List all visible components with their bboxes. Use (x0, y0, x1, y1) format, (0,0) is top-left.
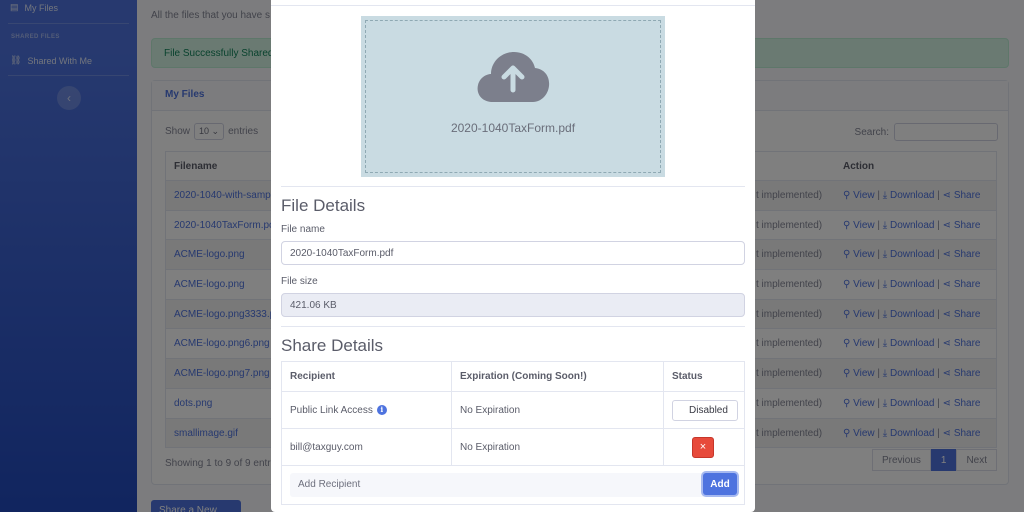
add-recipient-input[interactable]: Add Recipient (290, 473, 710, 497)
add-recipient-button[interactable]: Add (703, 473, 737, 495)
file-name-field[interactable]: 2020-1040TaxForm.pdf (281, 241, 745, 265)
column-status: Status (672, 371, 703, 382)
remove-recipient-button[interactable]: × (692, 436, 714, 458)
column-recipient: Recipient (282, 362, 452, 391)
add-recipient-row: Add Recipient Add (282, 466, 744, 504)
share-table-header: Recipient Expiration (Coming Soon!) Stat… (282, 362, 744, 392)
file-size-field: 421.06 KB (281, 293, 745, 317)
file-dropzone[interactable]: 2020-1040TaxForm.pdf (361, 16, 665, 177)
status-cell: × (664, 429, 746, 465)
file-name-label: File name (281, 224, 325, 235)
info-icon[interactable]: i (376, 405, 387, 415)
public-link-toggle-button[interactable]: Disabled (672, 399, 738, 421)
divider (281, 326, 745, 327)
expiration-cell: No Expiration (452, 392, 664, 428)
file-size-label: File size (281, 276, 318, 287)
share-row-public-link: Public Link Access i No Expiration Disab… (282, 392, 744, 429)
divider (281, 186, 745, 187)
file-details-title: File Details (281, 196, 366, 215)
cloud-upload-icon (477, 52, 550, 102)
recipient-name: Public Link Access (290, 404, 373, 416)
recipient-cell: Public Link Access i (282, 392, 452, 428)
dropzone-filename: 2020-1040TaxForm.pdf (450, 121, 576, 135)
recipient-cell: bill@taxguy.com (282, 429, 452, 465)
share-file-modal: 2020-1040TaxForm.pdf File Details File n… (271, 0, 755, 512)
column-expiration: Expiration (Coming Soon!) (452, 362, 664, 391)
share-row-recipient: bill@taxguy.com No Expiration × (282, 429, 744, 466)
share-details-title: Share Details (281, 336, 384, 355)
expiration-cell: No Expiration (452, 429, 664, 465)
modal-divider (271, 5, 755, 6)
share-table: Recipient Expiration (Coming Soon!) Stat… (281, 361, 745, 505)
status-cell: Disabled (664, 392, 746, 428)
